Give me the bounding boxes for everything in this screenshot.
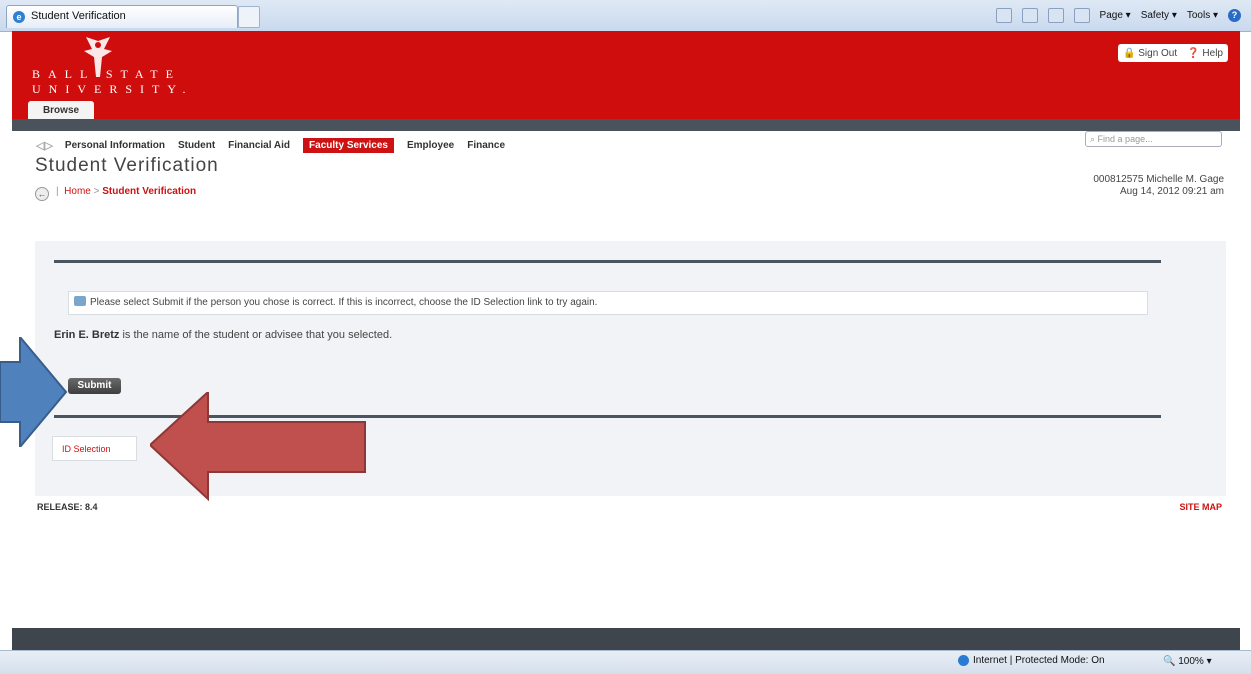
- info-speech-icon: [74, 296, 86, 306]
- breadcrumb-separator: >: [93, 186, 100, 197]
- user-id-name: 000812575 Michelle M. Gage: [1093, 174, 1224, 185]
- site-map-link[interactable]: SITE MAP: [1179, 502, 1222, 512]
- help-label: Help: [1202, 47, 1223, 59]
- info-message: Please select Submit if the person you c…: [90, 297, 598, 308]
- feeds-icon[interactable]: [1021, 8, 1038, 23]
- help-icon[interactable]: ?: [1228, 9, 1241, 22]
- logo-line-2: UNIVERSITY.: [32, 82, 194, 96]
- security-zone-text: Internet | Protected Mode: On: [973, 655, 1105, 666]
- account-links: 🔒 Sign Out ❓ Help: [1118, 44, 1228, 62]
- user-info: 000812575 Michelle M. Gage Aug 14, 2012 …: [1093, 174, 1224, 198]
- top-divider: [54, 260, 1161, 263]
- breadcrumb-current: Student Verification: [102, 186, 197, 197]
- sign-out-label: Sign Out: [1138, 47, 1178, 59]
- site-header: BALL STATE UNIVERSITY. Browse 🔒 Sign Out…: [12, 31, 1240, 120]
- header-divider: [12, 119, 1240, 131]
- timestamp: Aug 14, 2012 09:21 am: [1120, 186, 1224, 197]
- mail-icon[interactable]: [1047, 8, 1064, 23]
- lock-icon: 🔒: [1123, 47, 1136, 59]
- browser-command-bar: Page ▾ Safety ▾ Tools ▾ ?: [995, 8, 1241, 23]
- browse-tab[interactable]: Browse: [28, 101, 94, 120]
- ie-icon: e: [13, 11, 25, 23]
- nav-scroll-arrows-icon[interactable]: ◁▷: [36, 139, 53, 152]
- security-zone[interactable]: Internet | Protected Mode: On: [958, 655, 1105, 666]
- nav-student[interactable]: Student: [178, 140, 215, 151]
- selection-statement: Erin E. Bretz is the name of the student…: [54, 329, 392, 341]
- safety-menu[interactable]: Safety ▾: [1141, 10, 1177, 21]
- selection-suffix: is the name of the student or advisee th…: [119, 329, 393, 341]
- breadcrumb-home[interactable]: Home: [64, 186, 91, 197]
- main-nav: ◁▷ Personal Information Student Financia…: [36, 138, 518, 153]
- submit-button[interactable]: Submit: [68, 378, 121, 394]
- nav-financial-aid[interactable]: Financial Aid: [228, 140, 290, 151]
- new-tab-button[interactable]: [238, 6, 260, 28]
- nav-personal-information[interactable]: Personal Information: [65, 140, 165, 151]
- find-page-placeholder: Find a page...: [1097, 134, 1153, 144]
- browser-tab-title: Student Verification: [31, 10, 126, 22]
- back-arrow-icon[interactable]: ←: [35, 187, 49, 201]
- tools-menu[interactable]: Tools ▾: [1187, 10, 1218, 21]
- page-title: Student Verification: [35, 155, 219, 176]
- release-label: RELEASE: 8.4: [37, 502, 98, 512]
- blue-arrow-annotation-icon: [0, 337, 68, 447]
- breadcrumb: | Home > Student Verification: [56, 186, 197, 197]
- help-circle-icon: ❓: [1187, 47, 1200, 59]
- page-footer-bar: [12, 628, 1240, 650]
- zoom-value: 100%: [1178, 656, 1204, 667]
- print-icon[interactable]: [1073, 8, 1090, 23]
- info-message-box: Please select Submit if the person you c…: [68, 291, 1148, 315]
- zoom-level[interactable]: 🔍 100% ▾: [1163, 656, 1212, 667]
- home-icon[interactable]: [995, 8, 1012, 23]
- find-page-input[interactable]: ⌕ Find a page...: [1085, 131, 1222, 147]
- nav-employee[interactable]: Employee: [407, 140, 454, 151]
- red-arrow-annotation-icon: [150, 392, 366, 502]
- logo-line-1: BALL STATE: [32, 67, 181, 81]
- sign-out-link[interactable]: 🔒 Sign Out: [1123, 48, 1177, 59]
- page-menu[interactable]: Page ▾: [1100, 10, 1131, 21]
- globe-icon: [958, 655, 969, 666]
- nav-finance[interactable]: Finance: [467, 140, 505, 151]
- help-link[interactable]: ❓ Help: [1187, 48, 1223, 59]
- browser-tab[interactable]: e Student Verification: [6, 5, 238, 28]
- nav-faculty-services[interactable]: Faculty Services: [303, 138, 394, 153]
